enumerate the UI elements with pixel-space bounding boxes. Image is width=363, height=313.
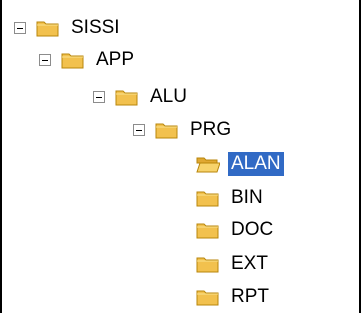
tree-node-rpt[interactable]: RPT xyxy=(196,282,272,312)
folder-tree-panel: SISSI APP ALU PRG ALAN BIN DOC EXT RPT xyxy=(0,0,361,313)
collapse-toggle-icon[interactable] xyxy=(133,124,145,136)
tree-node-label: ALAN xyxy=(228,152,284,176)
tree-node-ext[interactable]: EXT xyxy=(196,249,271,279)
tree-node-label: RPT xyxy=(231,286,269,307)
tree-node-bin[interactable]: BIN xyxy=(196,183,266,213)
collapse-toggle-icon[interactable] xyxy=(14,22,26,34)
collapse-toggle-icon[interactable] xyxy=(93,91,105,103)
tree-node-alu[interactable]: ALU xyxy=(93,82,190,112)
tree-node-prg[interactable]: PRG xyxy=(133,115,234,145)
tree-node-label: PRG xyxy=(190,119,232,140)
tree-node-label: DOC xyxy=(231,219,274,240)
tree-node-label: EXT xyxy=(231,253,268,274)
folder-icon xyxy=(196,257,219,273)
tree-node-label: APP xyxy=(96,49,135,70)
folder-icon xyxy=(115,90,138,106)
folder-icon xyxy=(155,123,178,139)
tree-node-doc[interactable]: DOC xyxy=(196,215,276,245)
folder-icon xyxy=(196,223,219,239)
tree-node-alan[interactable]: ALAN xyxy=(196,149,284,179)
tree-node-sissi[interactable]: SISSI xyxy=(14,13,123,43)
folder-icon xyxy=(196,290,219,306)
folder-icon xyxy=(61,53,84,69)
tree-node-label: ALU xyxy=(150,86,187,107)
folder-open-icon xyxy=(196,157,220,173)
tree-node-app[interactable]: APP xyxy=(39,45,137,75)
folder-icon xyxy=(196,191,219,207)
collapse-toggle-icon[interactable] xyxy=(39,54,51,66)
tree-node-label: BIN xyxy=(231,187,263,208)
tree-node-label: SISSI xyxy=(71,17,120,38)
folder-icon xyxy=(36,21,59,37)
